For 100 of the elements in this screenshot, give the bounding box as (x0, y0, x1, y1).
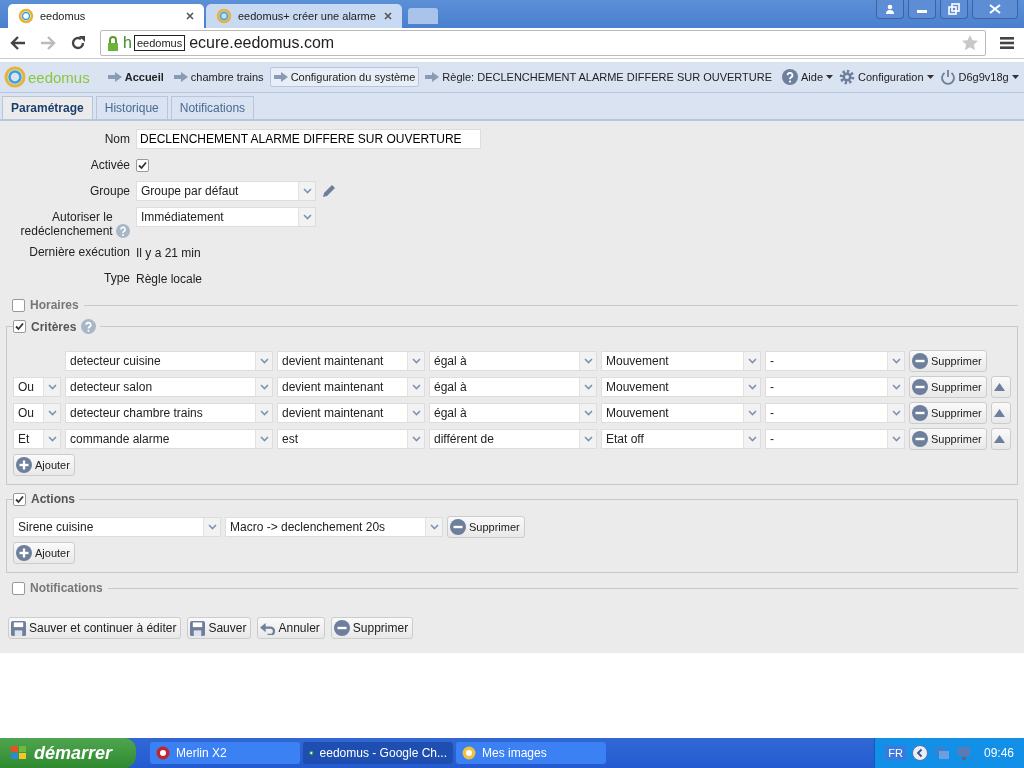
checkbox[interactable] (12, 298, 25, 312)
device-dropdown[interactable]: detecteur cuisine (65, 351, 273, 371)
footer-button[interactable]: Sauver (187, 617, 252, 639)
checkbox[interactable] (13, 492, 26, 506)
back-icon[interactable] (10, 36, 26, 50)
operator-dropdown[interactable]: est (277, 429, 425, 449)
chevron-left-icon[interactable] (911, 745, 928, 761)
chevron-icon (747, 358, 757, 364)
menu-dropdown[interactable]: Configuration (839, 69, 934, 85)
minus-circle-icon (912, 431, 928, 447)
checkbox[interactable] (12, 581, 25, 595)
restore-button[interactable] (940, 0, 968, 19)
close-tab-icon[interactable] (186, 12, 194, 20)
close-button[interactable] (972, 0, 1018, 19)
add-button[interactable]: Ajouter (13, 542, 75, 564)
language-indicator[interactable]: FR (885, 746, 906, 760)
delete-button[interactable]: Supprimer (909, 402, 987, 424)
move-up-button[interactable] (990, 376, 1011, 398)
triangle-up-icon (994, 435, 1006, 443)
chevron-icon (747, 410, 757, 416)
reload-icon[interactable] (70, 35, 86, 51)
section-title: Actions (31, 492, 75, 506)
pencil-icon[interactable] (320, 182, 338, 200)
delete-button[interactable]: Supprimer (909, 350, 987, 372)
breadcrumb-link[interactable]: Configuration du système (269, 67, 420, 87)
browser-tab[interactable]: eedomus (8, 4, 204, 28)
breadcrumb-link[interactable]: Règle: DECLENCHEMENT ALARME DIFFERE SUR OUVERTURE (421, 67, 777, 87)
option-dropdown[interactable]: - (765, 351, 905, 371)
menu-dropdown[interactable]: Aide (782, 69, 834, 85)
checkbox[interactable] (13, 320, 26, 333)
device-dropdown[interactable]: Sirene cuisine (13, 517, 221, 537)
help-icon[interactable] (81, 319, 97, 334)
dropdown[interactable]: Groupe par défaut (136, 181, 316, 201)
operator-dropdown[interactable]: devient maintenant (277, 351, 425, 371)
browser-tab[interactable]: eedomus+ créer une alarme (206, 4, 402, 28)
delete-button[interactable]: Supprimer (909, 428, 987, 450)
value-dropdown[interactable]: Mouvement (601, 403, 761, 423)
taskbar-item[interactable]: Merlin X2 (150, 742, 300, 764)
app-icon (156, 746, 170, 760)
minus-circle-icon (912, 405, 928, 421)
chevron-icon (583, 436, 593, 442)
value-dropdown[interactable]: Mouvement (601, 377, 761, 397)
chevron-icon (583, 410, 593, 416)
chevron-icon (47, 436, 57, 442)
chevron-icon (302, 188, 312, 194)
add-button[interactable]: Ajouter (13, 454, 75, 476)
name-input[interactable]: DECLENCHEMENT ALARME DIFFERE SUR OUVERTURE (136, 129, 481, 149)
action-dropdown[interactable]: Macro -> declenchement 20s (225, 517, 443, 537)
tab[interactable]: Historique (95, 96, 168, 119)
value-dropdown[interactable]: Mouvement (601, 351, 761, 371)
minimize-button[interactable] (908, 0, 936, 19)
taskbar-item[interactable]: Mes images (456, 742, 606, 764)
caret-icon (1011, 75, 1019, 79)
comparator-dropdown[interactable]: égal à (429, 351, 597, 371)
dropdown[interactable]: Immédiatement (136, 207, 316, 227)
device-dropdown[interactable]: detecteur chambre trains (65, 403, 273, 423)
menu-dropdown[interactable]: D6g9v18g (939, 69, 1019, 85)
option-dropdown[interactable]: - (765, 403, 905, 423)
breadcrumb-link[interactable]: Accueil (103, 67, 168, 87)
start-button[interactable]: démarrer (0, 738, 136, 768)
footer-button[interactable]: Annuler (257, 617, 325, 639)
footer-button[interactable]: Supprimer (330, 617, 414, 639)
chevron-icon (259, 384, 269, 390)
operator-dropdown[interactable]: devient maintenant (277, 403, 425, 423)
chevron-icon (747, 384, 757, 390)
connector-dropdown[interactable]: Ou (13, 377, 61, 397)
field-label: Autoriser le redéclenchement (19, 210, 113, 238)
footer-button[interactable]: Sauver et continuer à éditer (8, 617, 182, 639)
breadcrumb-link[interactable]: chambre trains (169, 67, 268, 87)
comparator-dropdown[interactable]: égal à (429, 403, 597, 423)
checkbox[interactable] (136, 158, 149, 172)
arrow-right-icon (425, 72, 440, 82)
profile-button[interactable] (876, 0, 904, 19)
ring-logo-icon (216, 8, 232, 24)
address-bar[interactable]: h eedomus ecure.eedomus.com (100, 30, 986, 56)
menu-icon[interactable] (1000, 36, 1014, 50)
tab[interactable]: Paramétrage (2, 96, 93, 119)
connector-dropdown[interactable]: Et (13, 429, 61, 449)
delete-button[interactable]: Supprimer (909, 376, 987, 398)
chevron-icon (259, 358, 269, 364)
value-dropdown[interactable]: Etat off (601, 429, 761, 449)
delete-button[interactable]: Supprimer (447, 516, 525, 538)
chevron-icon (747, 436, 757, 442)
chevron-icon (411, 436, 421, 442)
option-dropdown[interactable]: - (765, 429, 905, 449)
option-dropdown[interactable]: - (765, 377, 905, 397)
close-tab-icon[interactable] (384, 12, 392, 20)
operator-dropdown[interactable]: devient maintenant (277, 377, 425, 397)
move-up-button[interactable] (990, 428, 1011, 450)
connector-dropdown[interactable]: Ou (13, 403, 61, 423)
help-icon[interactable] (782, 69, 799, 85)
move-up-button[interactable] (990, 402, 1011, 424)
device-dropdown[interactable]: commande alarme (65, 429, 273, 449)
comparator-dropdown[interactable]: égal à (429, 377, 597, 397)
comparator-dropdown[interactable]: différent de (429, 429, 597, 449)
tab[interactable]: Notifications (170, 96, 255, 119)
minus-circle-icon (450, 519, 466, 535)
star-icon[interactable] (961, 34, 979, 52)
device-dropdown[interactable]: detecteur salon (65, 377, 273, 397)
taskbar-item[interactable]: eedomus - Google Ch... (303, 742, 453, 764)
